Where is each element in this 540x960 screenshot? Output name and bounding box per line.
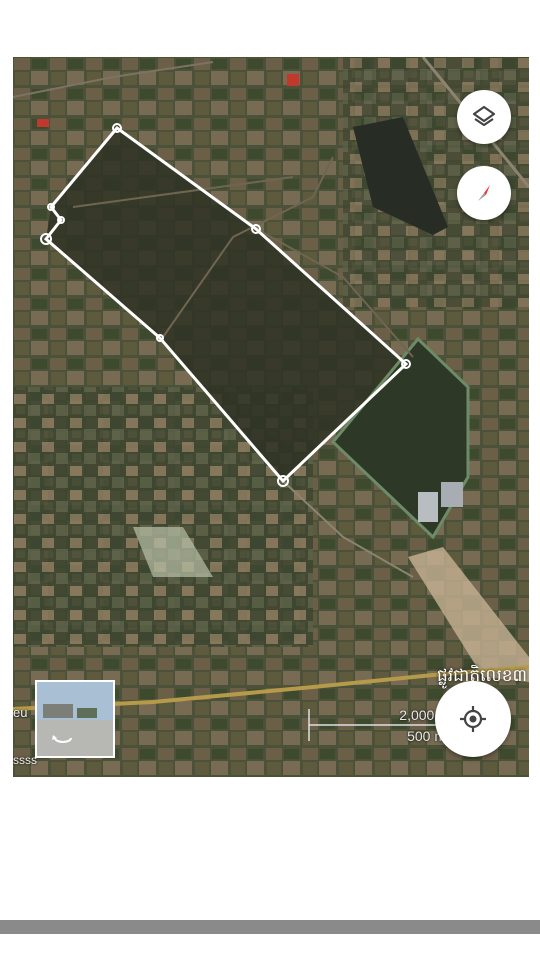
satellite-map[interactable]: ផ្លូវជាតិលេខ៣ eu ssss 2,000 ft 500 m bbox=[13, 57, 529, 777]
compass-icon bbox=[478, 185, 490, 201]
map-label-fragment: eu bbox=[13, 705, 28, 720]
bottom-divider bbox=[0, 920, 540, 934]
layers-button[interactable] bbox=[457, 90, 511, 144]
layers-icon bbox=[472, 105, 496, 127]
crosshair-icon bbox=[460, 706, 486, 732]
compass-button[interactable] bbox=[457, 166, 511, 220]
street-view-image bbox=[37, 682, 113, 756]
street-view-thumbnail[interactable] bbox=[35, 680, 115, 758]
map-label-fragment-bottom: ssss bbox=[13, 753, 37, 767]
my-location-button[interactable] bbox=[435, 681, 511, 757]
